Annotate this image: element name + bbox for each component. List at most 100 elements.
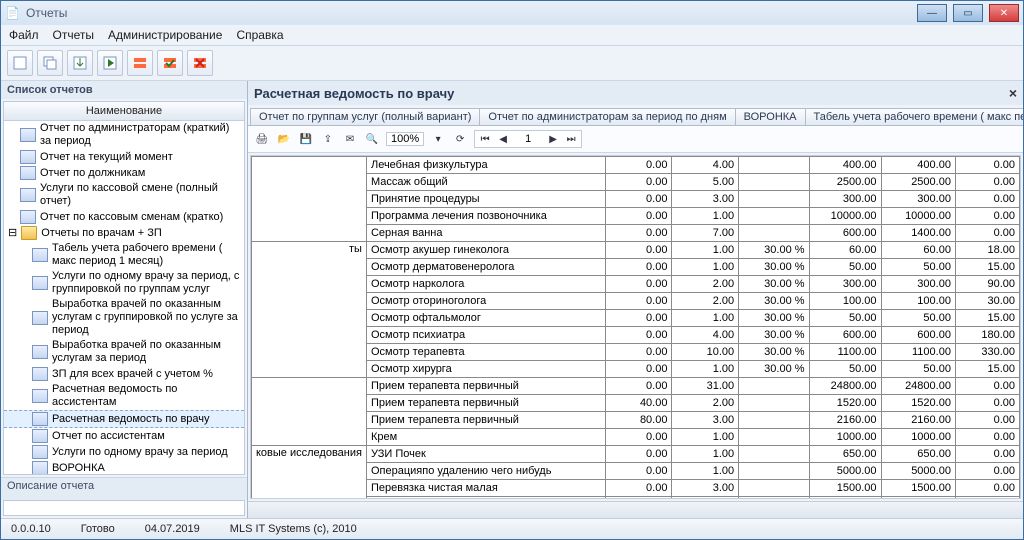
app-window: 📄 Отчеты — ▭ ✕ Файл Отчеты Администриров… (0, 0, 1024, 540)
status-version: 0.0.0.10 (11, 523, 51, 535)
tree-item[interactable]: ЗП для всех врачей с учетом % (52, 368, 213, 381)
delete-button[interactable] (187, 50, 213, 76)
minimize-button[interactable]: — (917, 4, 947, 22)
menu-admin[interactable]: Администрирование (108, 28, 222, 42)
table-row: Программа лечения позвоночника0.001.0010… (252, 208, 1020, 225)
tree-item[interactable]: Отчет на текущий момент (40, 151, 173, 164)
export-icon[interactable]: ⇪ (320, 131, 336, 147)
doc-icon (32, 429, 48, 443)
status-date: 04.07.2019 (145, 523, 200, 535)
tree-item[interactable]: Выработка врачей по оказанным услугам с … (52, 298, 242, 337)
window-title: Отчеты (26, 6, 67, 20)
doc-icon (32, 367, 48, 381)
zoom-level[interactable]: 100% (386, 132, 424, 146)
doc-icon (32, 461, 48, 475)
tab-funnel[interactable]: ВОРОНКА (735, 108, 806, 125)
tree-item[interactable]: Отчет по кассовым сменам (кратко) (40, 211, 223, 224)
tree-item[interactable]: Отчет по должникам (40, 167, 145, 180)
table-row: Осмотр дерматовенеролога0.001.0030.00 %5… (252, 259, 1020, 276)
first-page-icon[interactable]: ⏮ (477, 131, 493, 147)
last-page-icon[interactable]: ⏭ (563, 131, 579, 147)
table-row: Операцияпо удалению чего нибудь0.001.005… (252, 463, 1020, 480)
table-row: Прием терапевта первичный40.002.001520.0… (252, 395, 1020, 412)
table-row: Осмотр оториноголога0.002.0030.00 %100.0… (252, 293, 1020, 310)
report-tabs: Отчет по группам услуг (полный вариант) … (248, 105, 1023, 126)
report-tree[interactable]: Наименование Отчет по администраторам (к… (3, 101, 245, 475)
zoom-fit-icon[interactable]: ▾ (430, 131, 446, 147)
horizontal-scrollbar[interactable] (248, 501, 1023, 518)
tree-item[interactable]: Расчетная ведомость по ассистентам (52, 383, 242, 409)
doc-icon (32, 311, 48, 325)
status-state: Готово (81, 523, 115, 535)
edit-button[interactable] (127, 50, 153, 76)
table-row: Лечебная физкультура0.004.00400.00400.00… (252, 157, 1020, 174)
titlebar: 📄 Отчеты — ▭ ✕ (1, 1, 1023, 25)
tree-header: Наименование (4, 102, 244, 121)
find-icon[interactable]: 🔍 (364, 131, 380, 147)
table-row: Прием терапевта первичный80.003.002160.0… (252, 412, 1020, 429)
tree-item[interactable]: Отчет по администраторам (краткий) за пе… (40, 122, 242, 148)
open-icon[interactable]: 📂 (276, 131, 292, 147)
doc-icon (32, 445, 48, 459)
page-input[interactable] (513, 132, 543, 146)
check-button[interactable] (157, 50, 183, 76)
table-row: Осмотр психиатра0.004.0030.00 %600.00600… (252, 327, 1020, 344)
table-row: Прием хирурга первичный0.002.001500.0015… (252, 497, 1020, 500)
doc-icon (20, 150, 36, 164)
save-icon[interactable]: 💾 (298, 131, 314, 147)
tab-admins[interactable]: Отчет по администраторам за период по дн… (479, 108, 735, 125)
tab-timesheet[interactable]: Табель учета рабочего времени ( макс пер… (805, 108, 1023, 125)
tree-item[interactable]: Табель учета рабочего времени ( макс пер… (52, 242, 242, 268)
table-row: Прием терапевта первичный0.0031.0024800.… (252, 378, 1020, 395)
tab-groups[interactable]: Отчет по группам услуг (полный вариант) (250, 108, 480, 125)
new-button[interactable] (7, 50, 33, 76)
tree-item-selected[interactable]: Расчетная ведомость по врачу (52, 413, 210, 426)
table-row: Массаж общий0.005.002500.002500.000.00 (252, 174, 1020, 191)
table-row: Крем0.001.001000.001000.000.00 (252, 429, 1020, 446)
tree-item[interactable]: Услуги по кассовой смене (полный отчет) (40, 182, 242, 208)
expand-icon[interactable]: ⊟ (8, 227, 17, 240)
app-icon: 📄 (5, 6, 20, 20)
close-report-icon[interactable]: × (1009, 85, 1017, 101)
table-row: Перевязка чистая малая0.003.001500.00150… (252, 480, 1020, 497)
menu-reports[interactable]: Отчеты (53, 28, 94, 42)
export-button[interactable] (67, 50, 93, 76)
description-title: Описание отчета (1, 477, 247, 500)
table-row: Осмотр хирурга0.001.0030.00 %50.0050.001… (252, 361, 1020, 378)
tree-folder[interactable]: Отчеты по врачам + ЗП (41, 227, 162, 240)
report-title: Расчетная ведомость по врачу (254, 86, 454, 101)
prev-page-icon[interactable]: ◀ (495, 131, 511, 147)
tree-item[interactable]: ВОРОНКА (52, 462, 105, 475)
copy-button[interactable] (37, 50, 63, 76)
refresh-icon[interactable]: ⟳ (452, 131, 468, 147)
next-page-icon[interactable]: ▶ (545, 131, 561, 147)
toolbar (1, 45, 1023, 81)
doc-icon (20, 166, 36, 180)
mail-icon[interactable]: ✉ (342, 131, 358, 147)
tree-item[interactable]: Отчет по ассистентам (52, 430, 165, 443)
maximize-button[interactable]: ▭ (953, 4, 983, 22)
menu-file[interactable]: Файл (9, 28, 39, 42)
right-panel: Расчетная ведомость по врачу × Отчет по … (248, 81, 1023, 518)
doc-icon (20, 128, 36, 142)
print-icon[interactable]: 🖨 (254, 131, 270, 147)
doc-icon (32, 248, 48, 262)
run-button[interactable] (97, 50, 123, 76)
tree-item[interactable]: Услуги по одному врачу за период (52, 446, 228, 459)
tree-item[interactable]: Выработка врачей по оказанным услугам за… (52, 339, 242, 365)
close-button[interactable]: ✕ (989, 4, 1019, 22)
tree-item[interactable]: Услуги по одному врачу за период, с груп… (52, 270, 242, 296)
report-title-bar: Расчетная ведомость по врачу × (248, 81, 1023, 105)
statusbar: 0.0.0.10 Готово 04.07.2019 MLS IT System… (1, 518, 1023, 539)
left-panel-title: Список отчетов (1, 81, 247, 99)
description-body (3, 500, 245, 516)
status-copyright: MLS IT Systems (c), 2010 (230, 523, 357, 535)
table-row: Принятие процедуры0.003.00300.00300.000.… (252, 191, 1020, 208)
doc-icon (32, 389, 48, 403)
folder-icon (21, 226, 37, 240)
menu-help[interactable]: Справка (236, 28, 283, 42)
table-row: Осмотр нарколога0.002.0030.00 %300.00300… (252, 276, 1020, 293)
viewer-toolbar: 🖨 📂 💾 ⇪ ✉ 🔍 100% ▾ ⟳ ⏮ ◀ ▶ ⏭ (248, 126, 1023, 153)
doc-icon (32, 276, 48, 290)
report-grid-area[interactable]: Лечебная физкультура0.004.00400.00400.00… (250, 155, 1021, 499)
